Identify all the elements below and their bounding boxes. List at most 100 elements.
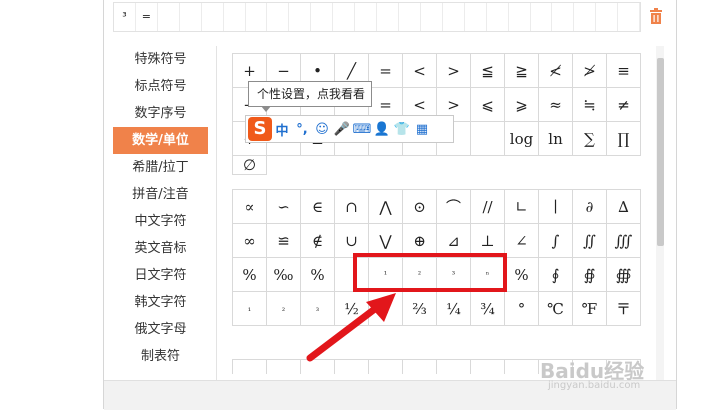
symbol-cell[interactable]: % [233, 258, 267, 292]
punctuation-icon[interactable]: °, [292, 117, 312, 141]
symbol-cell[interactable]: ∽ [267, 190, 301, 224]
symbol-cell[interactable]: ln [539, 122, 573, 156]
symbol-cell[interactable]: ≒ [573, 88, 607, 122]
symbol-cell[interactable]: % [301, 258, 335, 292]
symbol-cell[interactable]: ∫ [539, 224, 573, 258]
symbol-cell[interactable]: > [437, 54, 471, 88]
sidebar-item[interactable]: 制表符 [113, 343, 208, 370]
symbol-cell[interactable]: ⊙ [403, 190, 437, 224]
recent-symbol-cell[interactable] [596, 3, 619, 31]
symbol-cell[interactable]: ¼ [437, 292, 471, 326]
symbol-cell[interactable] [233, 360, 267, 374]
symbol-cell[interactable]: ∰ [607, 258, 641, 292]
symbol-cell[interactable]: ¾ [471, 292, 505, 326]
recent-symbol-cell[interactable] [246, 3, 268, 31]
symbol-cell[interactable]: ∯ [573, 258, 607, 292]
sidebar-item[interactable]: 标点符号 [113, 73, 208, 100]
symbol-cell[interactable]: ∩ [335, 190, 369, 224]
recent-symbol-cell[interactable] [509, 3, 531, 31]
symbol-cell[interactable]: ≡ [607, 54, 641, 88]
trash-icon[interactable] [649, 8, 663, 24]
sidebar-item[interactable]: 拼音/注音 [113, 181, 208, 208]
symbol-cell[interactable]: ⩽ [471, 88, 505, 122]
recent-symbol-cell[interactable] [552, 3, 575, 31]
symbol-cell[interactable]: ≦ [471, 54, 505, 88]
user-icon[interactable]: 👤 [372, 117, 392, 141]
sidebar-item[interactable]: 中文字符 [113, 208, 208, 235]
recent-symbol-cell[interactable]: ³ [114, 3, 136, 31]
symbol-cell[interactable]: ∭ [607, 224, 641, 258]
sidebar-item[interactable]: 韩文字符 [113, 289, 208, 316]
symbol-cell[interactable]: ∟ [505, 190, 539, 224]
symbol-cell[interactable]: ¹ [369, 258, 403, 292]
symbol-cell[interactable]: ∣ [539, 190, 573, 224]
recent-symbol-cell[interactable] [399, 3, 421, 31]
symbol-cell[interactable] [403, 360, 437, 374]
symbol-cell[interactable] [471, 360, 505, 374]
symbol-cell[interactable]: log [505, 122, 539, 156]
symbol-cell[interactable]: 〒 [607, 292, 641, 326]
symbol-cell[interactable]: ℃ [539, 292, 573, 326]
symbol-cell[interactable]: ≮ [539, 54, 573, 88]
recent-symbol-cell[interactable] [487, 3, 509, 31]
recent-symbol-cell[interactable] [267, 3, 290, 31]
symbol-cell[interactable]: = [369, 54, 403, 88]
symbol-cell[interactable]: ≠ [607, 88, 641, 122]
symbol-cell[interactable] [335, 258, 369, 292]
symbol-cell[interactable]: ∈ [301, 190, 335, 224]
chinese-mode-icon[interactable]: 中 [272, 117, 292, 141]
symbol-cell[interactable] [369, 360, 403, 374]
symbol-cell[interactable]: ∉ [301, 224, 335, 258]
recent-symbol-cell[interactable] [377, 3, 399, 31]
symbol-cell[interactable]: ⌒ [437, 190, 471, 224]
recent-symbol-cell[interactable] [289, 3, 312, 31]
symbol-cell[interactable]: ≧ [505, 54, 539, 88]
symbol-cell[interactable]: ° [505, 292, 539, 326]
symbol-cell[interactable]: ⊕ [403, 224, 437, 258]
symbol-cell[interactable]: ‰ [267, 258, 301, 292]
keyboard-icon[interactable]: ⌨ [352, 117, 372, 141]
symbol-cell[interactable]: // [471, 190, 505, 224]
symbol-cell[interactable]: ⊿ [437, 224, 471, 258]
sidebar-item[interactable]: 数学/单位 [113, 127, 208, 154]
symbol-cell[interactable]: ∮ [539, 258, 573, 292]
recent-symbol-cell[interactable] [618, 3, 641, 31]
symbol-cell[interactable]: ⅔ [403, 292, 437, 326]
sidebar-item[interactable]: 日文字符 [113, 262, 208, 289]
sogou-logo-icon[interactable]: S [248, 117, 272, 141]
symbol-cell[interactable]: ⋀ [369, 190, 403, 224]
symbol-cell[interactable]: ⩾ [505, 88, 539, 122]
symbol-cell[interactable] [471, 122, 505, 156]
symbol-cell[interactable]: ≈ [539, 88, 573, 122]
symbol-cell[interactable]: ∬ [573, 224, 607, 258]
symbol-cell[interactable]: ₃ [369, 292, 403, 326]
scrollbar-thumb[interactable] [657, 58, 664, 246]
recent-symbol-cell[interactable] [180, 3, 202, 31]
recent-symbol-cell[interactable] [355, 3, 378, 31]
symbol-cell[interactable]: ³ [437, 258, 471, 292]
sidebar-item[interactable]: 俄文字母 [113, 316, 208, 343]
symbol-cell[interactable] [437, 360, 471, 374]
symbol-cell[interactable]: ½ [335, 292, 369, 326]
symbol-cell[interactable]: ∝ [233, 190, 267, 224]
symbol-cell[interactable]: ₃ [301, 292, 335, 326]
recent-symbol-cell[interactable] [202, 3, 224, 31]
recent-symbol-cell[interactable] [421, 3, 443, 31]
symbol-cell[interactable]: ₂ [267, 292, 301, 326]
symbol-cell[interactable]: ₁ [233, 292, 267, 326]
symbol-cell[interactable]: ≯ [573, 54, 607, 88]
sidebar-item[interactable]: 英文音标 [113, 235, 208, 262]
symbol-cell[interactable]: ∅ [233, 156, 267, 175]
recent-symbol-cell[interactable]: = [136, 3, 158, 31]
recent-symbol-cell[interactable] [311, 3, 334, 31]
symbol-cell[interactable]: ∞ [233, 224, 267, 258]
symbol-cell[interactable]: ∪ [335, 224, 369, 258]
sidebar-item[interactable]: 数字序号 [113, 100, 208, 127]
symbol-cell[interactable]: ∑ [573, 122, 607, 156]
symbol-cell[interactable]: < [403, 54, 437, 88]
symbol-cell[interactable]: ≌ [267, 224, 301, 258]
symbol-cell[interactable] [267, 360, 301, 374]
skin-shirt-icon[interactable]: 👕 [392, 117, 412, 141]
symbol-cell[interactable]: % [505, 258, 539, 292]
symbol-cell[interactable]: ∂ [573, 190, 607, 224]
